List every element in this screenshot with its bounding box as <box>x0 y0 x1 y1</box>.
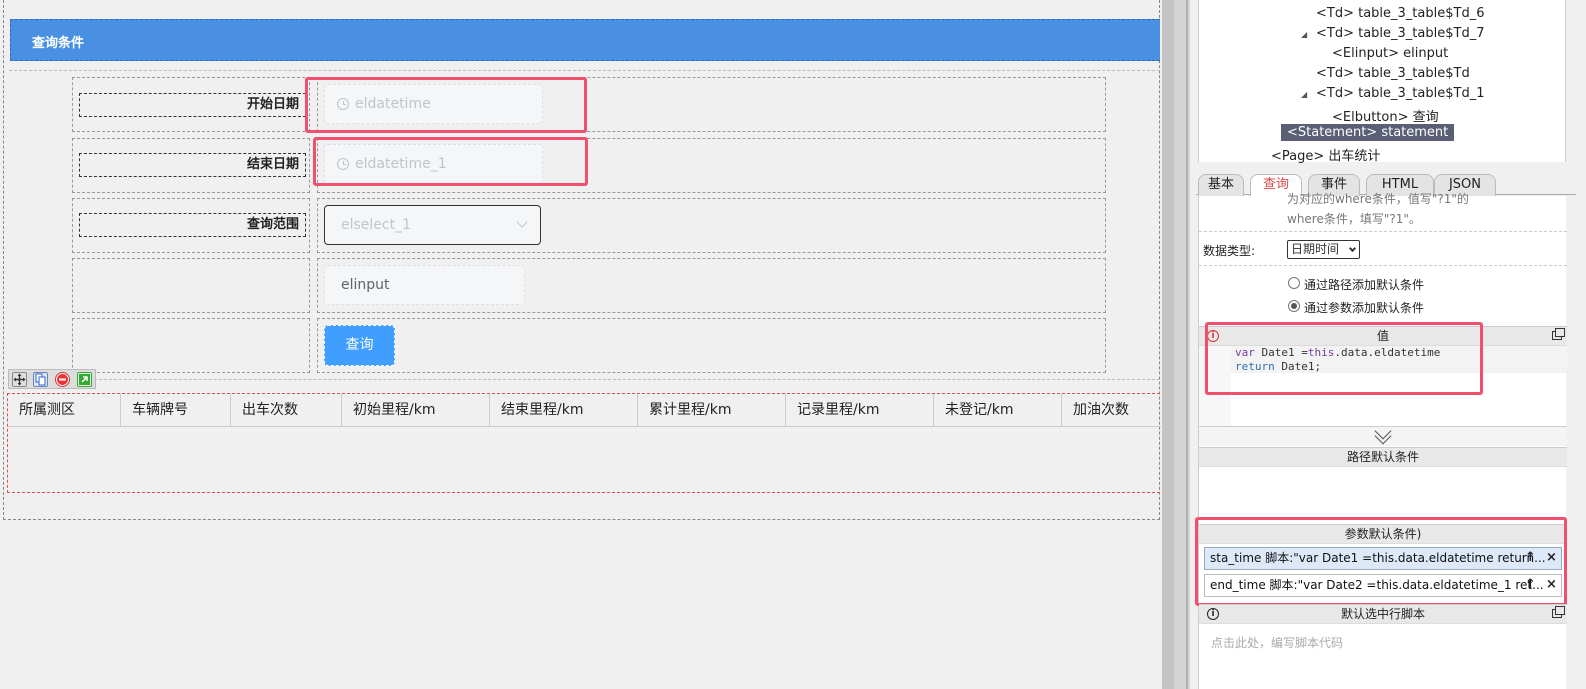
data-type-label: 数据类型: <box>1203 244 1256 258</box>
highlight-box-params <box>1195 517 1567 606</box>
divider <box>1199 265 1567 266</box>
radio-param-label: 通过参数添加默认条件 <box>1304 301 1425 315</box>
collapse-triangle-icon[interactable]: ◢ <box>1301 90 1307 99</box>
splitter-line <box>1186 0 1188 689</box>
tree-node[interactable]: <Elinput> elinput <box>1332 46 1448 61</box>
table-header-cell[interactable]: 未登记/km <box>933 394 1061 427</box>
start-date-label: 开始日期 <box>79 93 306 117</box>
component-tree: <Td> table_3_table$Td_6 ◢ <Td> table_3_t… <box>1198 0 1566 164</box>
maximize-icon[interactable] <box>1552 606 1565 618</box>
delete-icon[interactable] <box>55 372 70 387</box>
chevron-down-icon <box>1348 244 1357 253</box>
tree-node-selected[interactable]: <Statement> statement <box>1281 124 1455 141</box>
data-table: 所属测区 车辆牌号 出车次数 初始里程/km 结束里程/km 累计里程/km 记… <box>7 393 1161 493</box>
tree-node[interactable]: <Td> table_3_table$Td_7 <box>1316 26 1484 41</box>
query-button[interactable]: 查询 <box>324 325 395 366</box>
expand-toggle[interactable] <box>1199 422 1567 446</box>
highlight-box-end-date <box>313 137 588 186</box>
script-editor-placeholder[interactable]: 点击此处，编写脚本代码 <box>1211 634 1343 651</box>
table-header-cell[interactable]: 结束里程/km <box>489 394 637 427</box>
designer-canvas: 查询条件 开始日期 eldatetime 结束日期 eldatetime_1 查… <box>0 0 1162 689</box>
tree-node[interactable]: <Td> table_3_table$Td <box>1316 66 1470 81</box>
default-row-title: 默认选中行脚本 <box>1340 607 1425 621</box>
highlight-box-value <box>1205 322 1483 395</box>
maximize-icon[interactable] <box>1552 328 1565 340</box>
radio-path-label: 通过路径添加默认条件 <box>1304 278 1425 292</box>
path-default-title: 路径默认条件 <box>1346 450 1419 464</box>
properties-panel: <Td> table_3_table$Td_6 ◢ <Td> table_3_t… <box>1190 0 1586 689</box>
table-header-cell[interactable]: 初始里程/km <box>341 394 489 427</box>
range-select-placeholder: elselect_1 <box>341 217 412 233</box>
path-default-section-header: 路径默认条件 <box>1199 447 1567 467</box>
table-header-cell[interactable]: 出车次数 <box>230 394 341 427</box>
hint-text: where条件，填写"?1"。 <box>1287 212 1421 226</box>
query-properties: 为对应的where条件，值写"?1"的 where条件，填写"?1"。 数据类型… <box>1195 192 1567 689</box>
table-header-cell[interactable]: 加油次数 <box>1061 394 1161 427</box>
label-cell-button[interactable] <box>72 318 310 373</box>
component-toolbar <box>8 369 96 389</box>
tree-node[interactable]: <Td> table_3_table$Td_6 <box>1316 6 1484 21</box>
label-cell-empty[interactable] <box>72 258 310 313</box>
data-type-value: 日期时间 <box>1291 242 1340 256</box>
elinput-value: elinput <box>341 277 390 293</box>
table-header-cell[interactable]: 累计里程/km <box>637 394 785 427</box>
data-type-select[interactable]: 日期时间 <box>1287 240 1360 259</box>
table-header-cell[interactable]: 所属测区 <box>8 394 120 427</box>
elinput-field[interactable]: elinput <box>324 265 525 305</box>
query-panel-header[interactable]: 查询条件 <box>10 19 1160 61</box>
tab-basic[interactable]: 基本 <box>1198 174 1244 196</box>
table-header-cell[interactable]: 记录里程/km <box>785 394 933 427</box>
table-header-cell[interactable]: 车辆牌号 <box>120 394 230 427</box>
collapse-triangle-icon[interactable]: ◢ <box>1301 30 1307 39</box>
divider <box>1199 231 1567 232</box>
tree-node[interactable]: <Page> 出车统计 <box>1271 145 1380 164</box>
default-row-section-header: i 默认选中行脚本 <box>1199 604 1567 624</box>
export-icon[interactable] <box>77 372 92 387</box>
chevron-down-icon <box>516 216 528 228</box>
info-icon[interactable]: i <box>1207 608 1219 620</box>
copy-icon[interactable] <box>33 372 48 387</box>
move-icon[interactable] <box>12 372 27 387</box>
query-panel-title: 查询条件 <box>32 36 85 51</box>
radio-path-default[interactable] <box>1288 277 1300 289</box>
range-select[interactable]: elselect_1 <box>324 205 541 245</box>
radio-param-default[interactable] <box>1288 300 1300 312</box>
field-cell-button[interactable] <box>317 318 1106 373</box>
range-label: 查询范围 <box>79 213 306 237</box>
tree-node[interactable]: <Elbutton> 查询 <box>1332 106 1439 125</box>
highlight-box-start-date <box>305 77 587 133</box>
tree-node[interactable]: <Td> table_3_table$Td_1 <box>1316 86 1484 101</box>
table-header-row: 所属测区 车辆牌号 出车次数 初始里程/km 结束里程/km 累计里程/km 记… <box>8 394 1161 427</box>
end-date-label: 结束日期 <box>79 153 306 177</box>
vertical-scrollbar[interactable] <box>1162 0 1174 689</box>
hint-text: 为对应的where条件，值写"?1"的 <box>1287 192 1469 206</box>
